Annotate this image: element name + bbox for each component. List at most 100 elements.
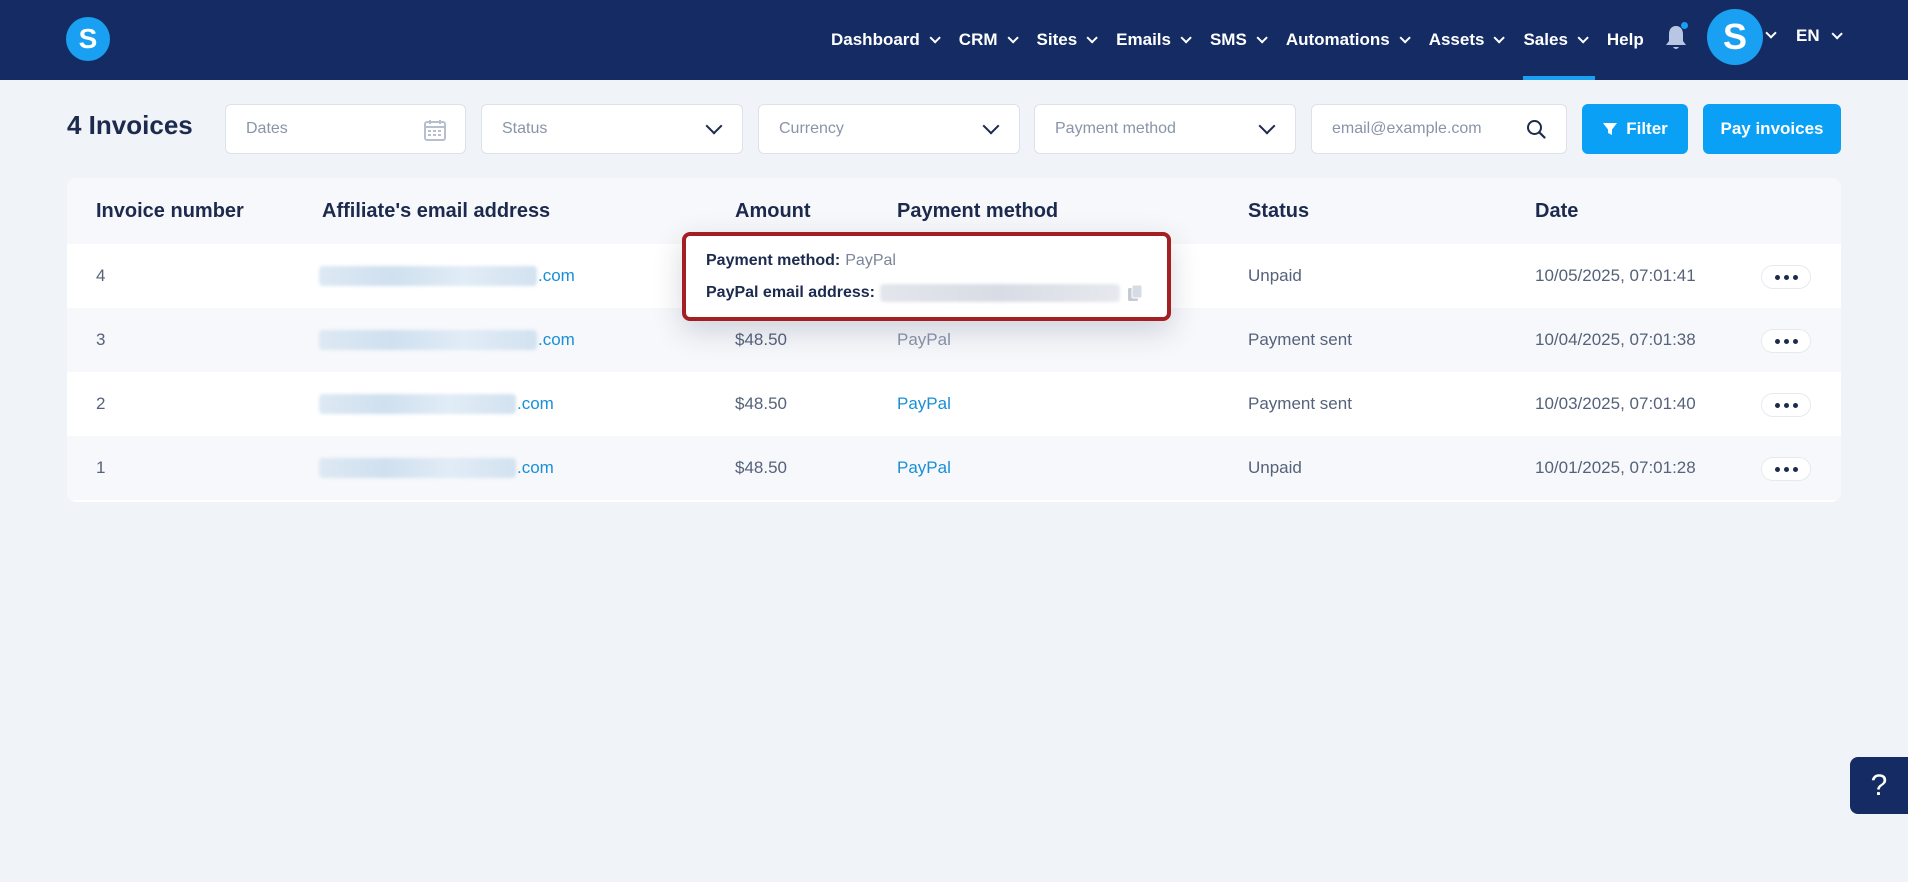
invoice-amount: $48.50 bbox=[735, 458, 787, 477]
more-dots-icon bbox=[1774, 338, 1780, 344]
nav-automations-label: Automations bbox=[1285, 30, 1390, 49]
notification-dot bbox=[1680, 21, 1689, 30]
invoice-date: 10/04/2025, 07:01:38 bbox=[1535, 330, 1696, 349]
email-search-input[interactable] bbox=[1332, 120, 1512, 138]
nav-sites[interactable]: Sites bbox=[1037, 0, 1098, 80]
invoices-table: Invoice number Affiliate's email address… bbox=[67, 178, 1841, 502]
table-row: 1 .com $48.50 PayPal Unpaid 10/01/2025, … bbox=[67, 436, 1841, 500]
more-actions-button[interactable] bbox=[1761, 265, 1811, 289]
help-button[interactable]: ? bbox=[1850, 757, 1908, 814]
pay-invoices-label: Pay invoices bbox=[1720, 119, 1824, 138]
chevron-down-icon bbox=[1399, 32, 1411, 44]
email-suffix: .com bbox=[538, 330, 575, 349]
status-select[interactable]: Status bbox=[481, 104, 743, 154]
more-dots-icon bbox=[1774, 466, 1780, 472]
tooltip-method-label: Payment method: bbox=[706, 252, 841, 269]
more-actions-button[interactable] bbox=[1761, 329, 1811, 353]
nav-crm-label: CRM bbox=[958, 30, 998, 49]
dates-picker[interactable]: Dates bbox=[225, 104, 466, 154]
page-title: 4 Invoices bbox=[67, 110, 193, 140]
nav-help[interactable]: Help bbox=[1607, 0, 1644, 80]
more-dots-icon bbox=[1783, 402, 1789, 408]
invoice-status: Unpaid bbox=[1248, 458, 1302, 477]
affiliate-email-link[interactable]: .com bbox=[319, 372, 554, 436]
affiliate-email-link[interactable]: .com bbox=[319, 308, 575, 372]
status-placeholder: Status bbox=[502, 120, 548, 137]
currency-select[interactable]: Currency bbox=[758, 104, 1020, 154]
more-dots-icon bbox=[1783, 274, 1789, 280]
payment-method-link[interactable]: PayPal bbox=[897, 372, 951, 436]
redacted-email bbox=[319, 330, 537, 350]
invoice-date: 10/05/2025, 07:01:41 bbox=[1535, 266, 1696, 285]
nav-automations[interactable]: Automations bbox=[1285, 0, 1411, 80]
chevron-down-icon[interactable] bbox=[1765, 27, 1777, 39]
payment-method-select[interactable]: Payment method bbox=[1034, 104, 1296, 154]
nav-assets[interactable]: Assets bbox=[1428, 0, 1506, 80]
invoice-number: 3 bbox=[96, 330, 106, 349]
column-header-invoice-number: Invoice number bbox=[96, 200, 244, 222]
payment-method-link[interactable]: PayPal bbox=[897, 436, 951, 500]
more-dots-icon bbox=[1783, 466, 1789, 472]
more-actions-button[interactable] bbox=[1761, 457, 1811, 481]
affiliate-email-link[interactable]: .com bbox=[319, 244, 575, 308]
invoice-status: Payment sent bbox=[1248, 330, 1352, 349]
logo[interactable]: S bbox=[66, 17, 110, 61]
nav-dashboard[interactable]: Dashboard bbox=[831, 0, 941, 80]
search-icon[interactable] bbox=[1526, 119, 1546, 139]
dates-placeholder: Dates bbox=[246, 120, 288, 137]
affiliate-email-link[interactable]: .com bbox=[319, 436, 554, 500]
tooltip-email-line: PayPal email address: bbox=[706, 284, 1143, 302]
email-search-field bbox=[1311, 104, 1567, 154]
filter-button[interactable]: Filter bbox=[1582, 104, 1688, 154]
language-selector[interactable]: EN bbox=[1796, 0, 1843, 72]
invoice-amount: $48.50 bbox=[735, 394, 787, 413]
invoice-status: Payment sent bbox=[1248, 394, 1352, 413]
more-actions-button[interactable] bbox=[1761, 393, 1811, 417]
nav-sms[interactable]: SMS bbox=[1209, 0, 1268, 80]
column-header-amount: Amount bbox=[735, 200, 811, 222]
copy-icon[interactable] bbox=[1127, 284, 1143, 302]
chevron-down-icon bbox=[1086, 32, 1098, 44]
more-dots-icon bbox=[1792, 274, 1798, 280]
payment-method-tooltip: Payment method: PayPal PayPal email addr… bbox=[682, 232, 1171, 321]
more-dots-icon bbox=[1792, 402, 1798, 408]
chevron-down-icon bbox=[1577, 32, 1589, 44]
pay-invoices-button[interactable]: Pay invoices bbox=[1703, 104, 1841, 154]
more-dots-icon bbox=[1792, 338, 1798, 344]
currency-placeholder: Currency bbox=[779, 120, 844, 137]
nav-emails-label: Emails bbox=[1116, 30, 1171, 49]
table-row: 2 .com $48.50 PayPal Payment sent 10/03/… bbox=[67, 372, 1841, 436]
chevron-down-icon bbox=[1180, 32, 1192, 44]
email-suffix: .com bbox=[538, 266, 575, 285]
more-dots-icon bbox=[1783, 338, 1789, 344]
language-label: EN bbox=[1796, 26, 1820, 45]
nav-assets-label: Assets bbox=[1428, 30, 1485, 49]
chevron-down-icon bbox=[1256, 32, 1268, 44]
main-nav: Dashboard CRM Sites Emails SMS Automatio… bbox=[831, 0, 1666, 80]
chevron-down-icon bbox=[1493, 32, 1506, 44]
nav-sms-label: SMS bbox=[1209, 30, 1247, 49]
avatar[interactable]: S bbox=[1707, 9, 1763, 65]
column-header-email: Affiliate's email address bbox=[322, 200, 551, 222]
chevron-down-icon bbox=[929, 32, 941, 44]
chevron-down-icon bbox=[705, 117, 723, 135]
redacted-paypal-email bbox=[879, 284, 1120, 302]
top-navigation-bar: S Dashboard CRM Sites Emails SMS Automat… bbox=[0, 0, 1908, 80]
nav-crm[interactable]: CRM bbox=[958, 0, 1019, 80]
column-header-date: Date bbox=[1535, 200, 1579, 222]
nav-emails[interactable]: Emails bbox=[1116, 0, 1192, 80]
invoice-number: 1 bbox=[96, 458, 106, 477]
column-header-status: Status bbox=[1248, 200, 1310, 222]
invoice-status: Unpaid bbox=[1248, 266, 1302, 285]
invoice-number: 4 bbox=[96, 266, 106, 285]
more-dots-icon bbox=[1792, 466, 1798, 472]
tooltip-method-value: PayPal bbox=[845, 252, 896, 269]
column-header-payment-method: Payment method bbox=[897, 200, 1059, 222]
email-suffix: .com bbox=[517, 458, 554, 477]
chevron-down-icon bbox=[1831, 28, 1843, 40]
tooltip-email-label: PayPal email address: bbox=[706, 284, 875, 301]
invoice-date: 10/01/2025, 07:01:28 bbox=[1535, 458, 1696, 477]
nav-sales[interactable]: Sales bbox=[1523, 0, 1596, 80]
payment-method-placeholder: Payment method bbox=[1055, 120, 1176, 137]
redacted-email bbox=[319, 458, 516, 478]
